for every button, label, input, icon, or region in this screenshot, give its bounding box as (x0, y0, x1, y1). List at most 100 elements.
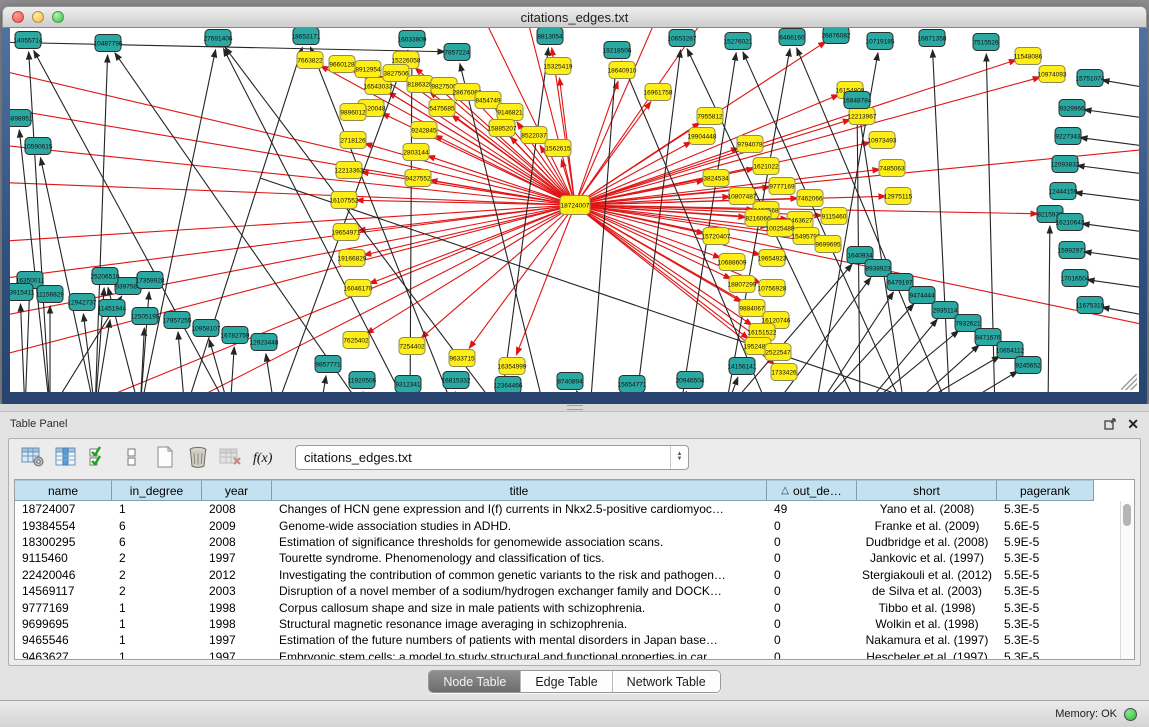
cell-name: 9699695 (15, 617, 112, 631)
graph-node-label: 7254402 (399, 343, 425, 350)
cell-short: Hescheler et al. (1997) (857, 650, 997, 660)
cell-title: Structural magnetic resonance image aver… (272, 617, 767, 631)
tab-node-table[interactable]: Node Table (429, 671, 520, 692)
graph-node-label: 10756928 (758, 285, 787, 292)
close-window-icon[interactable] (12, 11, 24, 23)
table-selector-dropdown[interactable]: citations_edges.txt ▲▼ (295, 445, 689, 470)
cell-name: 19384554 (15, 519, 112, 533)
graph-node-label: 11156829 (36, 291, 64, 298)
cell-title: Corpus callosum shape and size in male p… (272, 601, 767, 615)
cell-year: 2008 (202, 502, 272, 516)
graph-node-label: 16671358 (918, 35, 947, 42)
graph-edge (178, 332, 185, 392)
resize-grip-icon[interactable] (1121, 374, 1137, 390)
graph-edge (1048, 226, 1050, 392)
table-scrollbar[interactable] (1120, 501, 1134, 659)
table-body: 1872400712008Changes of HCN gene express… (15, 501, 1134, 660)
graph-node-label: 16782759 (221, 332, 250, 339)
graph-node-label: 1621022 (753, 163, 779, 170)
cell-pagerank: 5.5E-5 (997, 568, 1094, 582)
table-row[interactable]: 1456911722003Disruption of a novel membe… (15, 583, 1134, 599)
cell-year: 1997 (202, 551, 272, 565)
cell-year: 2012 (202, 568, 272, 582)
graph-edge (95, 55, 108, 392)
graph-node-label: 8522037 (521, 132, 547, 139)
trash-icon[interactable] (184, 444, 211, 471)
graph-node-label: 8938923 (865, 265, 891, 272)
graph-node-label: 12213967 (848, 113, 877, 120)
graph-edge (1084, 252, 1139, 262)
cell-name: 18724007 (15, 502, 112, 516)
graph-node-label: 7857224 (444, 49, 470, 56)
window-titlebar[interactable]: citations_edges.txt (2, 6, 1147, 28)
graph-node-label: 10974093 (1038, 71, 1067, 78)
column-header-name[interactable]: name (15, 480, 112, 501)
float-panel-icon[interactable] (1104, 418, 1117, 430)
column-header-title[interactable]: title (272, 480, 767, 501)
table-row[interactable]: 969969511998Structural magnetic resonanc… (15, 616, 1134, 632)
zoom-window-icon[interactable] (52, 11, 64, 23)
cell-year: 2008 (202, 535, 272, 549)
table-panel-header: Table Panel ✕ (0, 412, 1149, 436)
table-column-icon[interactable] (52, 444, 79, 471)
graph-node-label: 1640934 (847, 252, 873, 259)
cell-name: 9777169 (15, 601, 112, 615)
graph-node-label: 15992971 (1058, 247, 1087, 254)
graph-node-label: 9896012 (340, 109, 366, 116)
table-row[interactable]: 2242004622012Investigating the contribut… (15, 567, 1134, 583)
column-header-out_de[interactable]: △out_de… (767, 480, 857, 501)
cell-out_de: 0 (767, 633, 857, 647)
column-header-year[interactable]: year (202, 480, 272, 501)
status-bar: Memory: OK (0, 700, 1149, 727)
cell-title: Embryonic stem cells: a model to study s… (272, 650, 767, 660)
cell-short: Nakamura et al. (1997) (857, 633, 997, 647)
unselect-all-icon[interactable] (118, 444, 145, 471)
select-all-icon[interactable] (85, 444, 112, 471)
graph-node-label: 9242845 (411, 127, 437, 134)
close-panel-icon[interactable]: ✕ (1127, 418, 1139, 430)
table-row[interactable]: 977716911998Corpus callosum shape and si… (15, 599, 1134, 615)
graph-node-label: 12093832 (1051, 161, 1080, 168)
cell-pagerank: 5.6E-5 (997, 519, 1094, 533)
tab-network-table[interactable]: Network Table (612, 671, 720, 692)
scrollbar-thumb[interactable] (1123, 504, 1131, 526)
graph-edge (1102, 80, 1139, 90)
new-document-icon[interactable] (151, 444, 178, 471)
minimize-window-icon[interactable] (32, 11, 44, 23)
graph-edge (577, 391, 590, 392)
tab-edge-table[interactable]: Edge Table (520, 671, 611, 692)
table-row[interactable]: 911546021997Tourette syndrome. Phenomeno… (15, 550, 1134, 566)
graph-node-label: 8454749 (475, 97, 501, 104)
graph-edge (29, 52, 50, 392)
graph-node-label: 3827506 (383, 70, 409, 77)
graph-node-label: 12942737 (68, 299, 97, 306)
table-settings-icon[interactable] (19, 444, 46, 471)
table-row[interactable]: 1938455462009Genome-wide association stu… (15, 517, 1134, 533)
column-header-short[interactable]: short (857, 480, 997, 501)
graph-node-label: 19166829 (338, 255, 367, 262)
table-row[interactable]: 946362711997Embryonic stem cells: a mode… (15, 649, 1134, 660)
cell-out_de: 49 (767, 502, 857, 516)
memory-status-icon (1124, 708, 1137, 721)
cell-pagerank: 5.3E-5 (997, 502, 1094, 516)
delete-table-icon[interactable] (217, 444, 244, 471)
graph-node-label: 7663822 (297, 57, 323, 64)
graph-node-label: 17957255 (163, 317, 192, 324)
cell-in_degree: 2 (112, 568, 202, 582)
function-icon[interactable]: f(x) (250, 444, 277, 471)
network-view[interactable]: 1405571410487796276914061865317116033809… (10, 28, 1139, 392)
graph-node-label: 2803144 (403, 149, 429, 156)
graph-node-label: 25206510 (91, 273, 120, 280)
cell-name: 9465546 (15, 633, 112, 647)
graph-node-label: 13915411 (10, 289, 35, 296)
table-row[interactable]: 946554611997Estimation of the future num… (15, 632, 1134, 648)
table-row[interactable]: 1872400712008Changes of HCN gene express… (15, 501, 1134, 517)
graph-node-label: 10654112 (996, 347, 1025, 354)
column-header-in_degree[interactable]: in_degree (112, 480, 202, 501)
table-row[interactable]: 1830029562008Estimation of significance … (15, 534, 1134, 550)
graph-node-label: 12923448 (250, 339, 279, 346)
column-header-pagerank[interactable]: pagerank (997, 480, 1094, 501)
graph-node-label: 11920506 (348, 377, 377, 384)
cell-name: 9115460 (15, 551, 112, 565)
pane-splitter[interactable] (0, 404, 1149, 411)
